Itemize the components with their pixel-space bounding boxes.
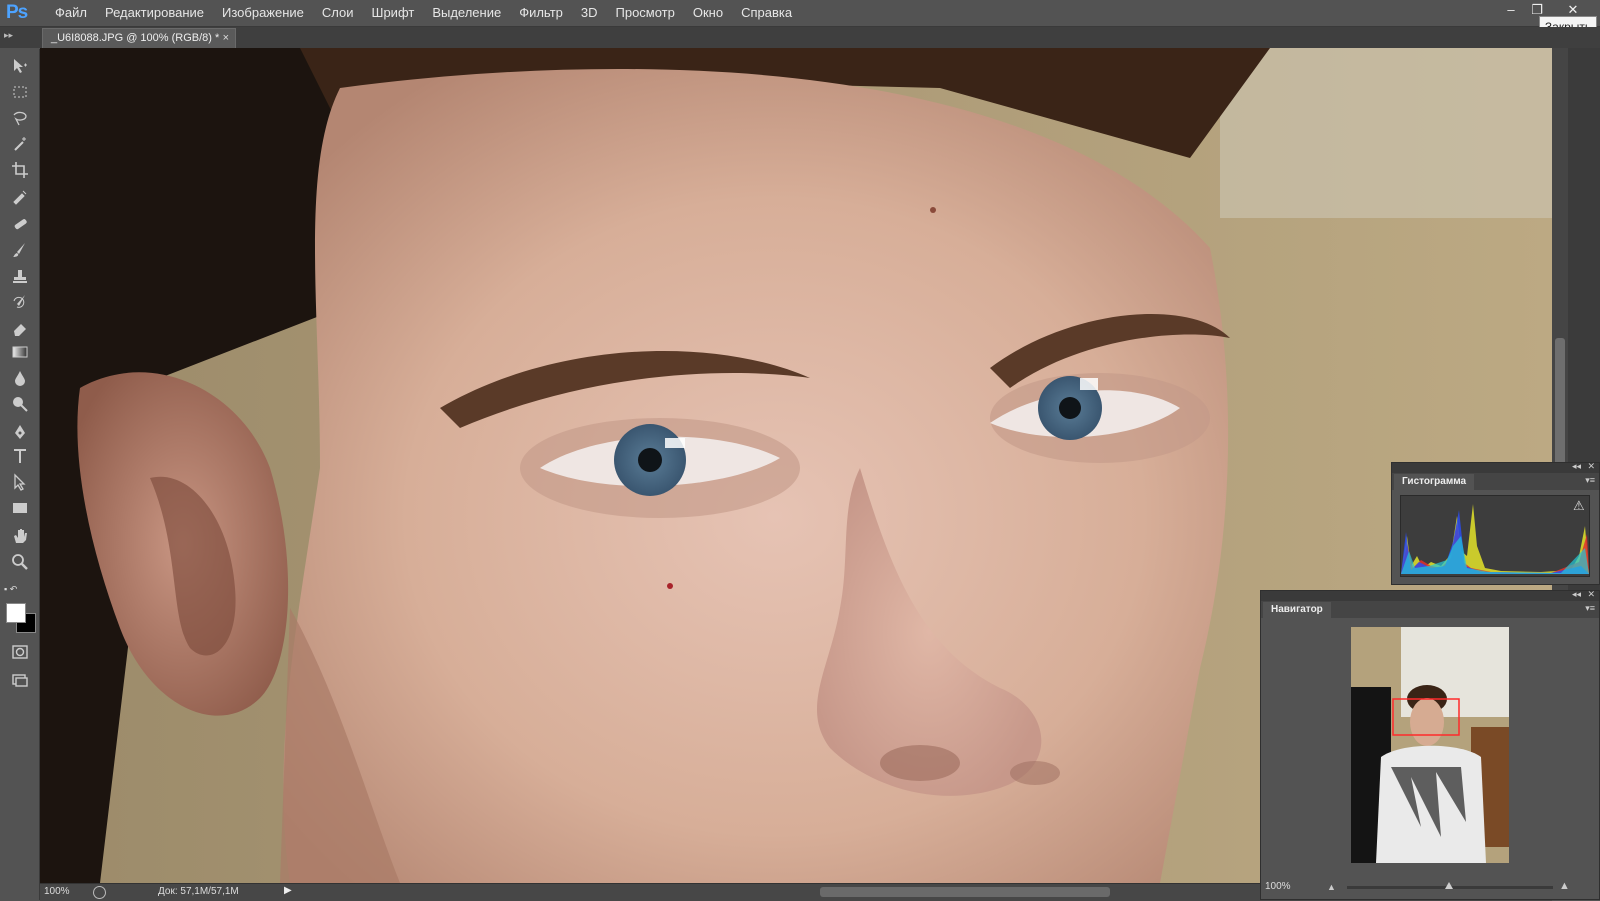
navigator-preview[interactable] — [1351, 627, 1509, 863]
crop-tool-icon[interactable] — [7, 159, 32, 181]
swap-colors-icon[interactable]: ▪ ↶ — [4, 584, 34, 598]
brush-tool-icon[interactable] — [7, 239, 32, 261]
minimize-button[interactable]: – — [1499, 1, 1523, 19]
menu-bar: Ps Файл Редактирование Изображение Слои Шриф… — [0, 0, 1600, 37]
navigator-panel-header: ◂◂ ✕ — [1261, 589, 1599, 601]
histogram-panel-header: ◂◂ ✕ — [1392, 461, 1599, 473]
menu-item-3[interactable]: Слои — [313, 0, 363, 26]
collapse-toolbox-icon[interactable]: ▸▸ — [4, 30, 13, 41]
menu-list: Файл Редактирование Изображение Слои Шрифт Вы… — [46, 0, 801, 26]
menu-item-6[interactable]: Фильтр — [510, 0, 572, 26]
menu-item-1[interactable]: Редактирование — [96, 0, 213, 26]
tab-histogram[interactable]: Гистограмма — [1394, 474, 1475, 490]
menu-item-9[interactable]: Окно — [684, 0, 732, 26]
marquee-tool-icon[interactable] — [7, 81, 32, 103]
navigator-panel: ◂◂ ✕ Навигатор ▾≡ 100% ▲ ▲ — [1260, 589, 1600, 900]
navigator-tab-bar: Навигатор ▾≡ — [1261, 601, 1599, 618]
photoshop-logo: Ps — [6, 2, 28, 23]
document-tab[interactable]: _U6I8088.JPG @ 100% (RGB/8) * × — [42, 28, 236, 48]
status-document-size: Док: 57,1M/57,1M — [158, 886, 239, 897]
clone-stamp-tool-icon[interactable] — [7, 265, 32, 287]
status-menu-arrow-icon[interactable]: ▶ — [284, 885, 292, 896]
panel-menu-icon[interactable]: ▾≡ — [1585, 475, 1595, 486]
histogram-graph: ⚠ — [1400, 495, 1590, 577]
dodge-tool-icon[interactable] — [7, 393, 32, 415]
menu-item-4[interactable]: Шрифт — [363, 0, 424, 26]
pen-tool-icon[interactable] — [7, 421, 32, 443]
panel-collapse-icon[interactable]: ◂◂ — [1572, 589, 1581, 600]
quick-mask-icon[interactable] — [7, 641, 32, 663]
eyedropper-tool-icon[interactable] — [7, 185, 32, 207]
lasso-tool-icon[interactable] — [7, 107, 32, 129]
path-selection-tool-icon[interactable] — [7, 471, 32, 493]
warning-icon[interactable]: ⚠ — [1573, 498, 1585, 514]
healing-brush-tool-icon[interactable] — [7, 213, 32, 235]
document-tab-bar: ▸▸ _U6I8088.JPG @ 100% (RGB/8) * × — [0, 27, 1600, 48]
document-tab-close-icon[interactable]: × — [223, 29, 229, 48]
navigator-zoom-value[interactable]: 100% — [1265, 881, 1291, 892]
status-info-icon[interactable] — [93, 886, 106, 899]
type-tool-icon[interactable] — [7, 445, 32, 467]
zoom-slider-knob[interactable] — [1445, 882, 1453, 889]
navigator-thumbnail-image — [1351, 627, 1509, 863]
panel-close-icon[interactable]: ✕ — [1587, 461, 1595, 472]
panel-close-icon[interactable]: ✕ — [1587, 589, 1595, 600]
blur-tool-icon[interactable] — [7, 367, 32, 389]
tab-navigator[interactable]: Навигатор — [1263, 602, 1331, 618]
move-tool-icon[interactable] — [7, 55, 32, 77]
vertical-scroll-thumb[interactable] — [1555, 338, 1565, 478]
status-zoom[interactable]: 100% — [44, 886, 70, 897]
toolbox: ▪ ↶ — [0, 49, 40, 900]
panel-menu-icon[interactable]: ▾≡ — [1585, 603, 1595, 614]
foreground-color-swatch[interactable] — [6, 603, 26, 623]
menu-item-5[interactable]: Выделение — [423, 0, 510, 26]
document-tab-title: _U6I8088.JPG @ 100% (RGB/8) * — [51, 32, 220, 44]
zoom-in-icon[interactable]: ▲ — [1559, 880, 1570, 892]
menu-item-8[interactable]: Просмотр — [607, 0, 684, 26]
rectangle-tool-icon[interactable] — [7, 497, 32, 519]
histogram-panel: ◂◂ ✕ Гистограмма ▾≡ ⚠ — [1391, 461, 1600, 585]
panel-collapse-icon[interactable]: ◂◂ — [1572, 461, 1581, 472]
zoom-tool-icon[interactable] — [7, 551, 32, 573]
history-brush-tool-icon[interactable] — [7, 291, 32, 313]
magic-wand-tool-icon[interactable] — [7, 133, 32, 155]
screen-mode-icon[interactable] — [7, 669, 32, 691]
navigator-footer: 100% ▲ ▲ — [1261, 877, 1599, 899]
eraser-tool-icon[interactable] — [7, 317, 32, 339]
histogram-tab-bar: Гистограмма ▾≡ — [1392, 473, 1599, 490]
menu-item-2[interactable]: Изображение — [213, 0, 313, 26]
zoom-out-icon[interactable]: ▲ — [1327, 882, 1336, 892]
color-swatches[interactable] — [6, 603, 36, 633]
menu-item-10[interactable]: Справка — [732, 0, 801, 26]
menu-item-7[interactable]: 3D — [572, 0, 607, 26]
gradient-tool-icon[interactable] — [7, 341, 32, 363]
menu-item-0[interactable]: Файл — [46, 0, 96, 26]
horizontal-scroll-thumb[interactable] — [820, 887, 1110, 897]
hand-tool-icon[interactable] — [7, 525, 32, 547]
histogram-chart — [1401, 504, 1589, 574]
